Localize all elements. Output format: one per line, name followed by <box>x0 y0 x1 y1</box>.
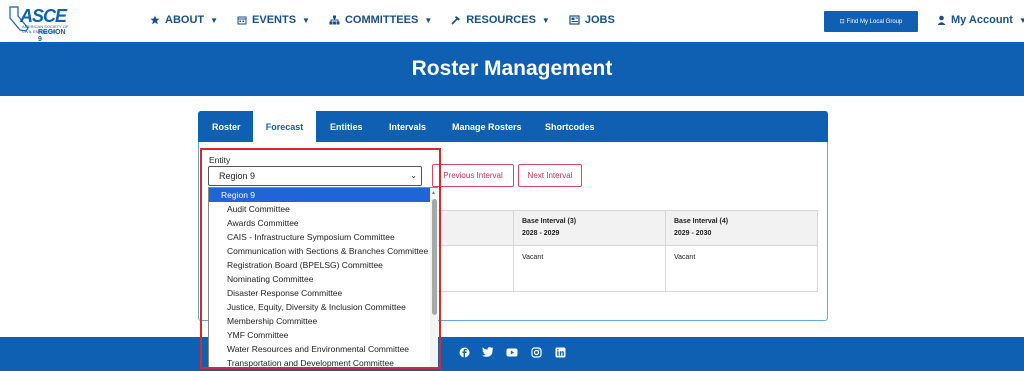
nav-events-label: EVENTS <box>252 14 297 26</box>
previous-interval-button[interactable]: Previous Interval <box>432 164 514 187</box>
tab-shortcodes[interactable]: Shortcodes <box>545 111 595 142</box>
forecast-table: Base Interval (3) 2028 - 2029 Base Inter… <box>432 210 818 292</box>
social-links <box>458 346 566 358</box>
page-title: Roster Management <box>411 57 613 80</box>
find-local-group-label: Find My Local Group <box>846 18 903 25</box>
top-navbar: ASCE AMERICAN SOCIETY OF CIVIL ENGINEERS… <box>0 0 1024 43</box>
find-local-group-button[interactable]: ⊡ Find My Local Group <box>824 11 918 32</box>
nav-about-label: ABOUT <box>165 14 205 26</box>
tab-roster[interactable]: Roster <box>212 111 241 142</box>
twitter-icon[interactable] <box>482 346 494 358</box>
table-header-cell <box>432 210 514 246</box>
interval-years: 2028 - 2029 <box>522 230 560 237</box>
hammer-icon <box>451 16 461 25</box>
interval-title: Base Interval (3) <box>522 218 577 225</box>
nav-committees[interactable]: COMMITTEES ▼ <box>329 14 432 26</box>
nav-committees-label: COMMITTEES <box>344 14 419 26</box>
table-header-cell: Base Interval (4) 2029 - 2030 <box>665 210 818 246</box>
table-cell: Vacant <box>665 245 818 292</box>
tab-intervals[interactable]: Intervals <box>389 111 426 142</box>
calendar-icon <box>237 16 247 25</box>
tab-forecast[interactable]: Forecast <box>253 111 316 142</box>
tab-bar: Roster Forecast Entities Intervals Manag… <box>198 111 828 142</box>
linkedin-icon[interactable] <box>554 346 566 358</box>
table-row: Vacant Vacant <box>432 245 818 292</box>
nav-resources-label: RESOURCES <box>466 14 536 26</box>
chevron-down-icon: ▼ <box>424 15 433 25</box>
newspaper-icon <box>569 15 580 25</box>
instagram-icon[interactable] <box>530 346 542 358</box>
chevron-down-icon: ▼ <box>302 15 310 25</box>
table-cell: Vacant <box>513 245 666 292</box>
nav-jobs-label: JOBS <box>584 14 615 26</box>
my-account-menu[interactable]: My Account ▼ <box>937 14 1024 26</box>
star-icon <box>150 15 160 25</box>
page-header-banner: Roster Management <box>0 42 1024 96</box>
interval-title: Base Interval (4) <box>674 218 729 225</box>
highlight-box <box>200 148 441 369</box>
map-pin-icon: ⊡ <box>839 19 845 25</box>
table-cell <box>432 245 514 292</box>
asce-logo[interactable]: ASCE AMERICAN SOCIETY OF CIVIL ENGINEERS… <box>8 4 70 43</box>
youtube-icon[interactable] <box>506 346 518 358</box>
main-nav: ABOUT ▼ EVENTS ▼ COMMITTEES ▼ RESOURCES … <box>150 14 634 26</box>
my-account-label: My Account <box>951 14 1013 26</box>
nav-about[interactable]: ABOUT ▼ <box>150 14 218 26</box>
logo-region: REGION 9 <box>38 29 66 43</box>
table-header-cell: Base Interval (3) 2028 - 2029 <box>513 210 666 246</box>
nav-events[interactable]: EVENTS ▼ <box>237 14 310 26</box>
nav-resources[interactable]: RESOURCES ▼ <box>451 14 550 26</box>
next-interval-button[interactable]: Next Interval <box>518 164 582 187</box>
sitemap-icon <box>329 15 340 25</box>
chevron-down-icon: ▼ <box>541 15 550 25</box>
nav-jobs[interactable]: JOBS <box>569 14 615 26</box>
tab-entities[interactable]: Entities <box>330 111 363 142</box>
chevron-down-icon: ▼ <box>210 15 219 25</box>
tab-manage-rosters[interactable]: Manage Rosters <box>452 111 522 142</box>
chevron-down-icon: ▼ <box>1018 15 1024 25</box>
interval-years: 2029 - 2030 <box>674 230 712 237</box>
table-header-row: Base Interval (3) 2028 - 2029 Base Inter… <box>432 210 818 246</box>
facebook-icon[interactable] <box>458 346 470 358</box>
user-icon <box>937 15 946 25</box>
